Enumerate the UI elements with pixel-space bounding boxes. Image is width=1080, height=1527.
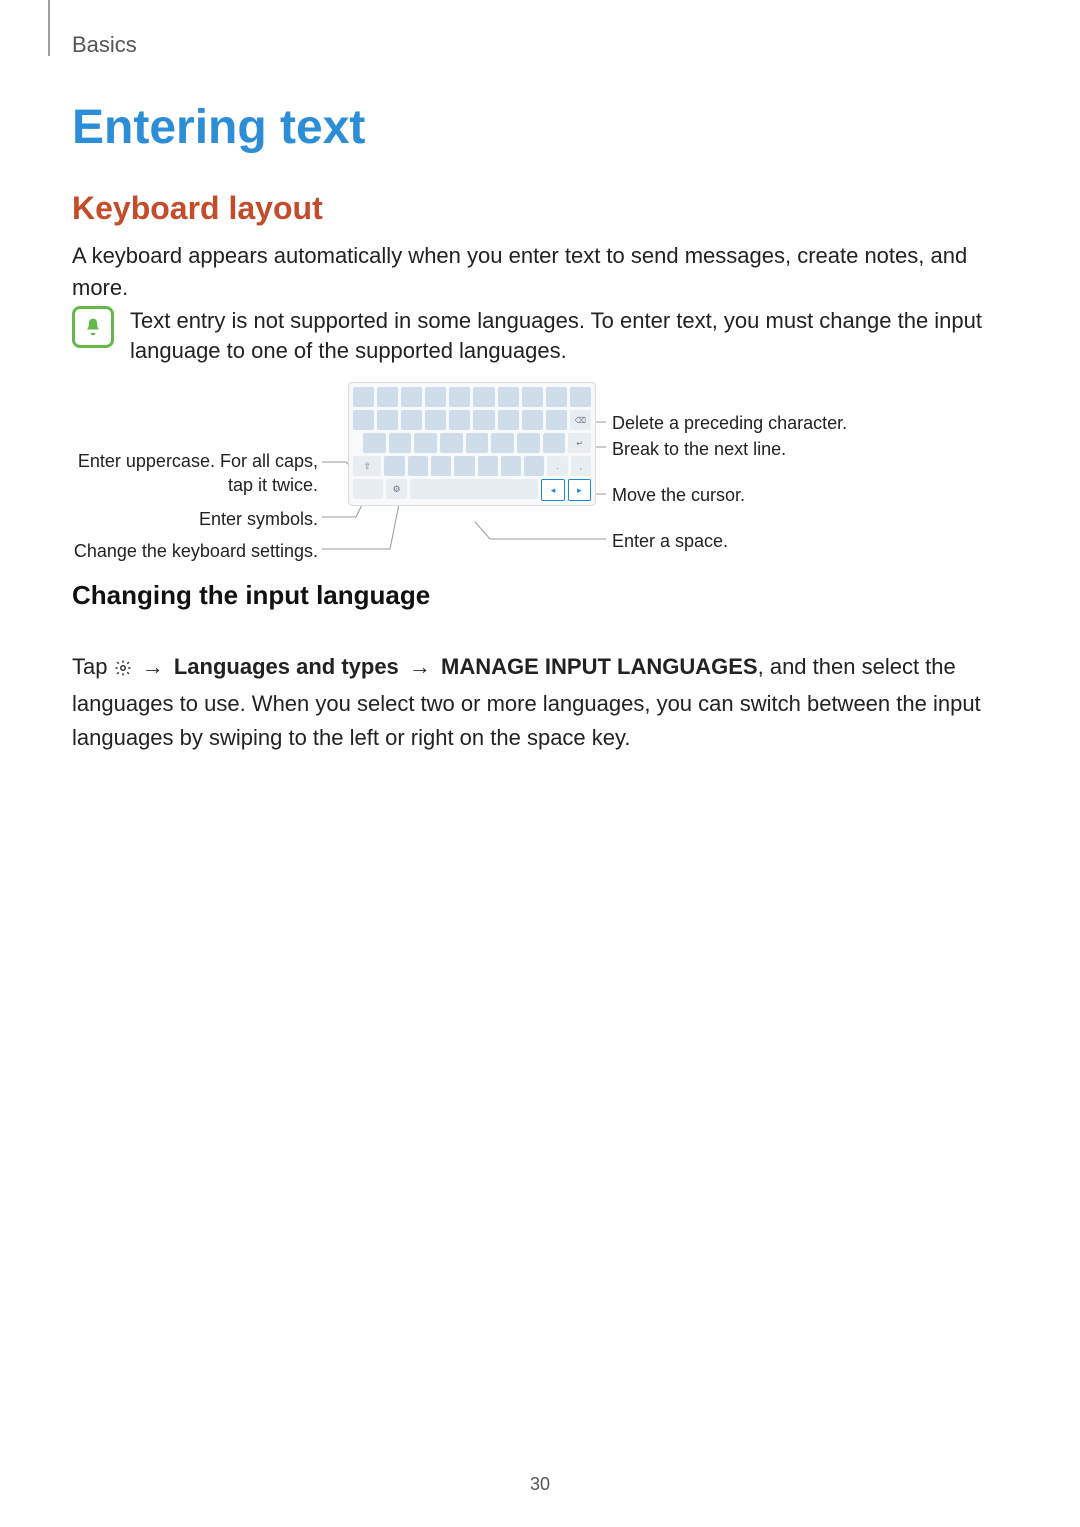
page-number: 30 [0, 1474, 1080, 1495]
keyboard-row: ⌫ [353, 410, 591, 430]
cursor-left-key-icon: ◂ [541, 479, 564, 501]
subsection-title: Changing the input language [72, 580, 430, 611]
callout-delete: Delete a preceding character. [612, 412, 847, 434]
keyboard-row: ⚙ ◂ ▸ [353, 479, 591, 501]
callout-return: Break to the next line. [612, 438, 786, 460]
callout-settings: Change the keyboard settings. [70, 540, 318, 562]
intro-paragraph: A keyboard appears automatically when yo… [72, 240, 992, 304]
symbols-key-icon: . [547, 456, 567, 476]
shift-key-icon: ⇧ [353, 456, 381, 476]
callout-cursor: Move the cursor. [612, 484, 745, 506]
instruction-paragraph: Tap → Languages and types → MANAGE INPUT… [72, 650, 1002, 755]
return-key-icon: ↵ [568, 433, 591, 453]
bell-icon [72, 306, 114, 348]
backspace-key-icon: ⌫ [570, 410, 591, 430]
header-divider [48, 0, 50, 56]
gear-icon [114, 653, 132, 687]
keyboard-row [353, 387, 591, 407]
cursor-right-key-icon: ▸ [568, 479, 591, 501]
instruction-step-2: MANAGE INPUT LANGUAGES [441, 654, 758, 679]
keyboard-diagram: ⌫ ↵ ⇧ . , ⚙ ◂ ▸ Enter uppercase. For all… [70, 382, 1010, 572]
instruction-step-1: Languages and types [174, 654, 399, 679]
page-title: Entering text [72, 100, 365, 155]
symbols-key-icon: , [571, 456, 591, 476]
keyboard-illustration: ⌫ ↵ ⇧ . , ⚙ ◂ ▸ [348, 382, 596, 506]
settings-key-icon: ⚙ [386, 479, 407, 499]
symbols-mode-key [353, 479, 383, 499]
instruction-prefix: Tap [72, 654, 114, 679]
arrow-icon: → [138, 654, 168, 679]
space-key [410, 479, 538, 499]
callout-symbols: Enter symbols. [70, 508, 318, 530]
note-text: Text entry is not supported in some lang… [130, 306, 992, 366]
callout-space: Enter a space. [612, 530, 728, 552]
keyboard-row: ⇧ . , [353, 456, 591, 476]
section-title: Keyboard layout [72, 190, 323, 227]
breadcrumb: Basics [72, 32, 137, 58]
callout-shift-2: tap it twice. [70, 474, 318, 496]
arrow-icon: → [405, 654, 435, 679]
keyboard-row: ↵ [353, 433, 591, 453]
note-box: Text entry is not supported in some lang… [72, 306, 992, 366]
callout-shift-1: Enter uppercase. For all caps, [70, 450, 318, 472]
